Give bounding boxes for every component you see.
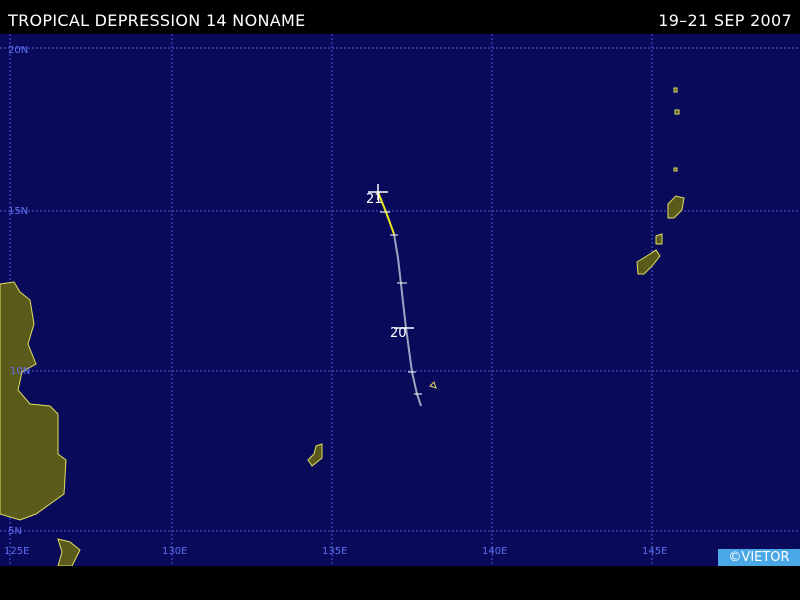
philippines-landmass (0, 281, 81, 566)
lon-label-130e: 130E (162, 546, 188, 557)
lat-label-10n: 10N (10, 366, 31, 377)
lon-label-145e: 145E (642, 546, 668, 557)
lat-label-20n: 20N (8, 45, 29, 56)
day-label-20: 20 (390, 326, 407, 341)
footer-bar (0, 566, 800, 600)
lat-label-5n: 5N (8, 526, 22, 537)
storm-track (368, 184, 422, 407)
track-map: 20N 15N 10N 5N 125E 130E 135E 140E 145E … (0, 34, 800, 566)
track-depression-segment (393, 233, 422, 407)
credit-badge: ©VIETOR (718, 549, 800, 566)
lon-label-135e: 135E (322, 546, 348, 557)
lon-label-140e: 140E (482, 546, 508, 557)
map-title: TROPICAL DEPRESSION 14 NONAME (8, 11, 306, 30)
map-canvas (0, 34, 800, 566)
mariana-islands (636, 87, 685, 275)
lat-lon-grid (0, 34, 800, 566)
lon-label-125e: 125E (4, 546, 30, 557)
day-label-21: 21 (366, 192, 383, 207)
islet (429, 381, 437, 389)
header-bar: TROPICAL DEPRESSION 14 NONAME 19–21 SEP … (0, 0, 800, 34)
lat-label-15n: 15N (8, 206, 29, 217)
date-range: 19–21 SEP 2007 (658, 11, 792, 30)
palau-island (307, 443, 323, 467)
track-position-ticks (380, 211, 422, 395)
